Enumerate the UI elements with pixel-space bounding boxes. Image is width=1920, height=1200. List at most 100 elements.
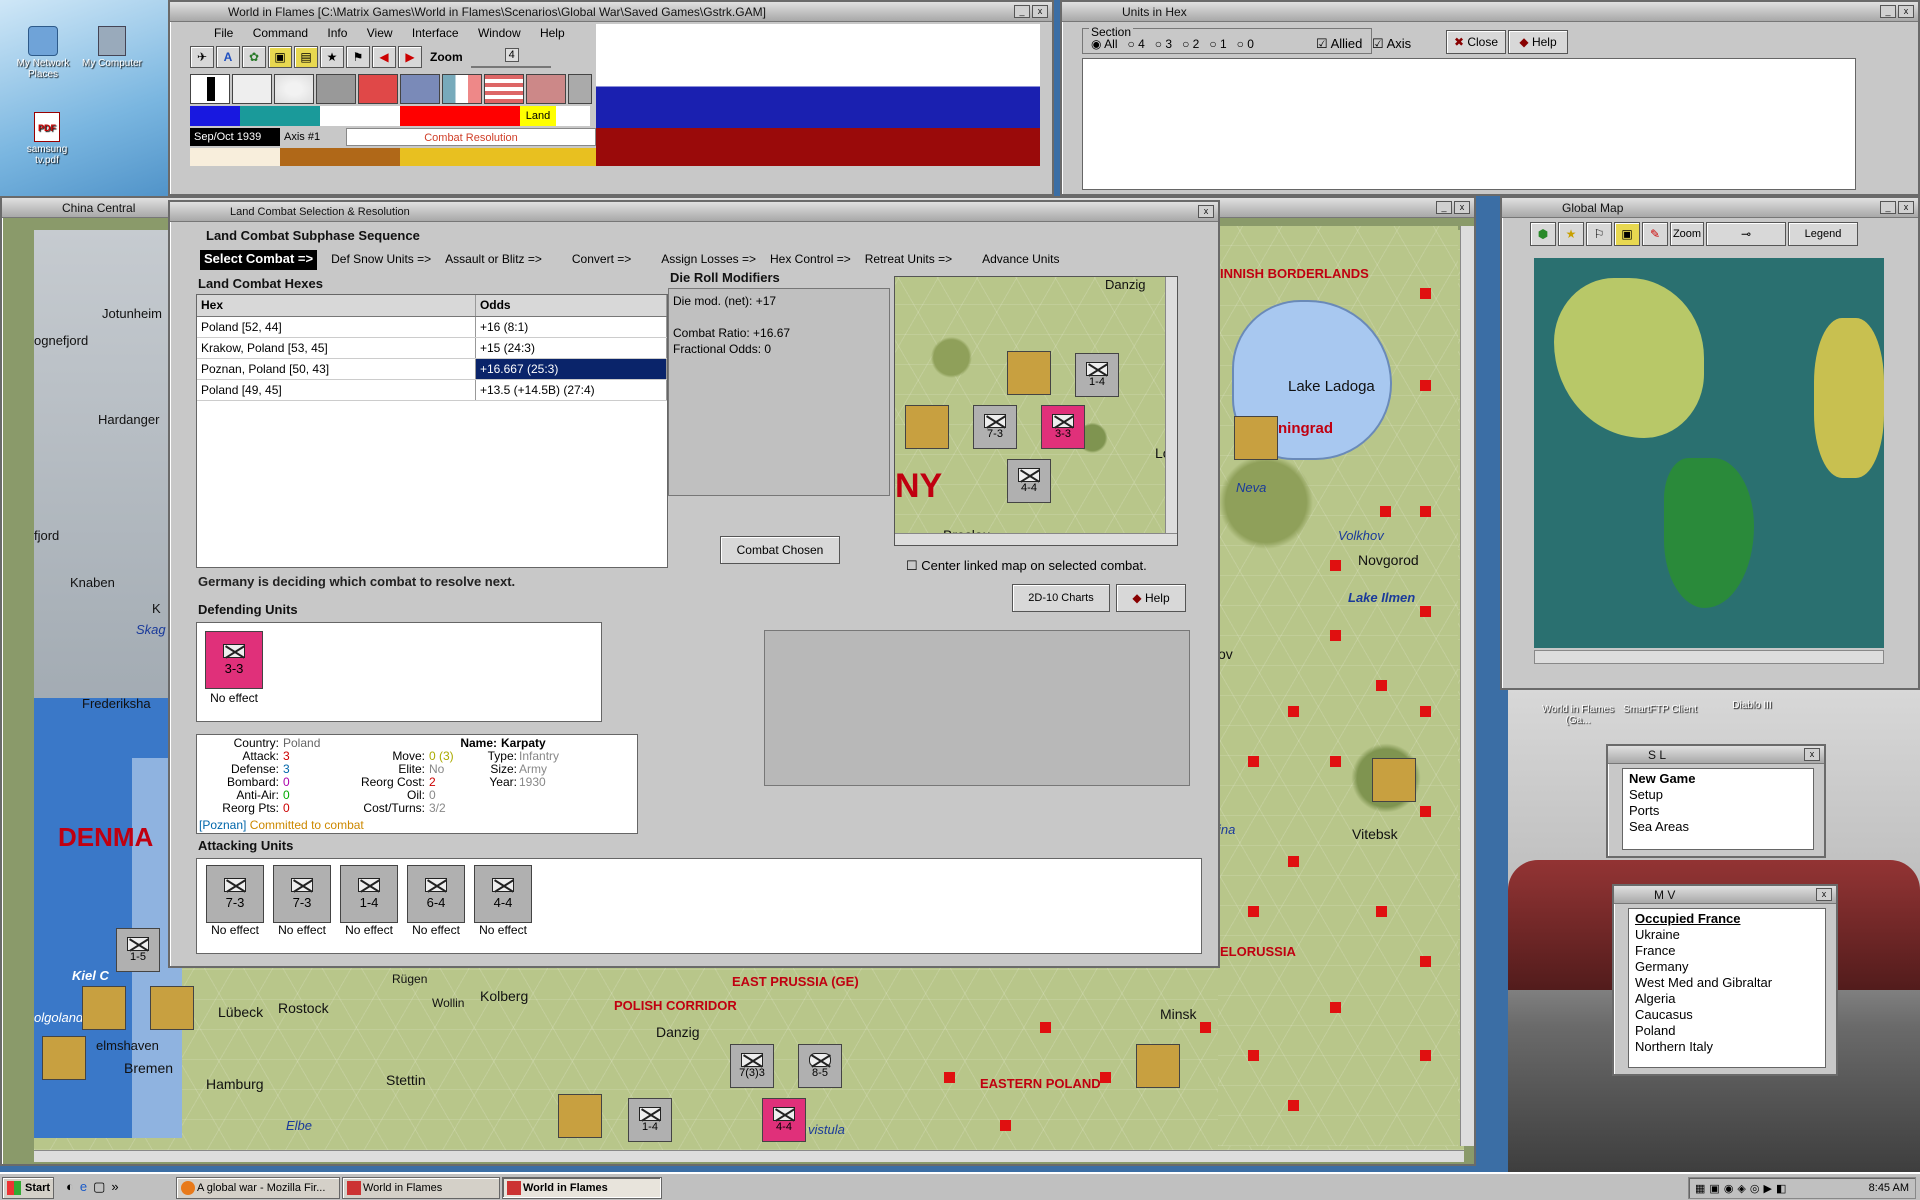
flag-gray[interactable] <box>316 74 356 104</box>
menu-command[interactable]: Command <box>253 26 308 40</box>
sl-item-ports[interactable]: Ports <box>1629 803 1807 819</box>
flag-icon[interactable]: ⚐ <box>1586 222 1612 246</box>
menu-view[interactable]: View <box>367 26 393 40</box>
flag-uk[interactable] <box>400 74 440 104</box>
help-button[interactable]: ◆ Help <box>1116 584 1186 612</box>
menu-help[interactable]: Help <box>540 26 565 40</box>
close-icon[interactable]: x <box>1816 888 1832 901</box>
air-unit-counter[interactable] <box>1007 351 1051 395</box>
tray-icon[interactable]: ◉ <box>1724 1182 1734 1195</box>
mv-item[interactable]: Ukraine <box>1635 927 1819 943</box>
menu-window[interactable]: Window <box>478 26 521 40</box>
flag-china[interactable] <box>358 74 398 104</box>
air-unit-counter[interactable] <box>82 986 126 1030</box>
minimize-icon[interactable]: _ <box>1880 201 1896 214</box>
air-unit-counter[interactable] <box>558 1094 602 1138</box>
table-row-selected[interactable]: Poznan, Poland [50, 43] +16.667 (25:3) <box>197 358 667 380</box>
mv-item[interactable]: Poland <box>1635 1023 1819 1039</box>
flag-ussr[interactable] <box>526 74 566 104</box>
zoom-slider[interactable]: 4 <box>470 46 551 68</box>
unit-counter[interactable]: 7(3)3 <box>730 1044 774 1088</box>
mv-item[interactable]: Northern Italy <box>1635 1039 1819 1055</box>
attacking-unit[interactable]: 7-3 No effect <box>203 865 267 937</box>
flag-icon[interactable]: ⚑ <box>346 46 370 68</box>
section-radio-2[interactable]: ○ 2 <box>1182 37 1199 51</box>
axis-checkbox[interactable]: ☑ Axis <box>1372 36 1411 52</box>
hex-column-header[interactable]: Hex <box>197 295 476 317</box>
unit-counter[interactable]: 4-4 <box>762 1098 806 1142</box>
tray-icon[interactable]: ▶ <box>1764 1182 1772 1195</box>
legend-button[interactable]: Legend <box>1788 222 1858 246</box>
load-icon[interactable]: ▤ <box>294 46 318 68</box>
combat-chosen-button[interactable]: Combat Chosen <box>720 536 840 564</box>
air-unit-counter[interactable] <box>150 986 194 1030</box>
center-map-checkbox[interactable]: ☐ Center linked map on selected combat. <box>906 558 1147 574</box>
flag-neutral[interactable] <box>568 74 592 104</box>
desktop-shortcut-wif[interactable]: World in Flames (Ga... <box>1536 704 1620 726</box>
sl-item-new-game[interactable]: New Game <box>1629 771 1807 787</box>
unit-counter[interactable]: 4-4 <box>1007 459 1051 503</box>
close-icon[interactable]: x <box>1804 748 1820 761</box>
desktop-shortcut-diablo[interactable]: Diablo III <box>1712 700 1792 711</box>
save-icon[interactable]: ▣ <box>268 46 292 68</box>
close-icon[interactable]: x <box>1898 201 1914 214</box>
flag-france[interactable] <box>442 74 482 104</box>
star-icon[interactable]: ★ <box>320 46 344 68</box>
section-radio-1[interactable]: ○ 1 <box>1209 37 1226 51</box>
allied-checkbox[interactable]: ☑ Allied <box>1316 36 1362 52</box>
desktop-icon-my-computer[interactable]: My Computer <box>78 26 146 69</box>
help-button[interactable]: ◆ Help <box>1508 30 1568 54</box>
tray-icon[interactable]: ▦ <box>1695 1182 1705 1195</box>
star-icon[interactable]: ★ <box>1558 222 1584 246</box>
more-icon[interactable]: » <box>111 1179 118 1195</box>
close-icon[interactable]: x <box>1032 5 1048 18</box>
unit-counter[interactable]: 1-4 <box>1075 353 1119 397</box>
flag-japan[interactable] <box>274 74 314 104</box>
unit-counter[interactable]: 8-5 <box>798 1044 842 1088</box>
sl-item-sea-areas[interactable]: Sea Areas <box>1629 819 1807 835</box>
global-map-scrollbar[interactable] <box>1534 650 1884 664</box>
tray-icon[interactable]: ◧ <box>1776 1182 1786 1195</box>
mv-item[interactable]: France <box>1635 943 1819 959</box>
charts-button[interactable]: 2D-10 Charts <box>1012 584 1110 612</box>
task-wif-2[interactable]: World in Flames <box>502 1177 662 1199</box>
defender-counter[interactable]: 3-3 <box>1041 405 1085 449</box>
mv-item[interactable]: West Med and Gibraltar <box>1635 975 1819 991</box>
mv-item[interactable]: Algeria <box>1635 991 1819 1007</box>
plane-icon[interactable]: ✈ <box>190 46 214 68</box>
task-wif-1[interactable]: World in Flames <box>342 1177 500 1199</box>
zoom-button[interactable]: Zoom <box>1670 222 1704 246</box>
tray-icon[interactable]: ◎ <box>1750 1182 1760 1195</box>
air-unit-counter[interactable] <box>1372 758 1416 802</box>
zoom-slider[interactable]: ⊸ <box>1706 222 1786 246</box>
gear-icon[interactable]: ✿ <box>242 46 266 68</box>
menu-file[interactable]: File <box>214 26 233 40</box>
air-unit-counter[interactable] <box>42 1036 86 1080</box>
task-firefox[interactable]: A global war - Mozilla Fir... <box>176 1177 340 1199</box>
section-radio-0[interactable]: ○ 0 <box>1237 37 1254 51</box>
section-radio-3[interactable]: ○ 3 <box>1155 37 1172 51</box>
menu-interface[interactable]: Interface <box>412 26 459 40</box>
unit-counter[interactable]: 1-5 <box>116 928 160 972</box>
start-button[interactable]: Start <box>2 1177 54 1199</box>
menu-info[interactable]: Info <box>327 26 347 40</box>
desktop-shortcut-smartftp[interactable]: SmartFTP Client <box>1620 704 1700 715</box>
vertical-scrollbar[interactable] <box>1460 226 1474 1146</box>
section-radio-all[interactable]: ◉ All <box>1091 37 1118 51</box>
mv-item[interactable]: Caucasus <box>1635 1007 1819 1023</box>
back-icon[interactable]: ◀ <box>372 46 396 68</box>
desktop-icon-pdf[interactable]: PDF samsung tv.pdf <box>16 112 78 166</box>
save-icon[interactable]: ▣ <box>1614 222 1640 246</box>
minimize-icon[interactable]: _ <box>1436 201 1452 214</box>
mv-item[interactable]: Germany <box>1635 959 1819 975</box>
mv-item[interactable]: Occupied France <box>1635 911 1819 927</box>
section-radio-4[interactable]: ○ 4 <box>1128 37 1145 51</box>
unit-counter[interactable]: 7-3 <box>973 405 1017 449</box>
close-button[interactable]: ✖ Close <box>1446 30 1506 54</box>
sl-item-setup[interactable]: Setup <box>1629 787 1807 803</box>
minimize-icon[interactable]: _ <box>1014 5 1030 18</box>
pen-icon[interactable]: ✎ <box>1642 222 1668 246</box>
combat-minimap[interactable]: NY Breslau Lo Danzig 7-3 3-3 4-4 1-4 <box>894 276 1178 546</box>
attacking-unit[interactable]: 1-4 No effect <box>337 865 401 937</box>
odds-column-header[interactable]: Odds <box>475 295 667 317</box>
